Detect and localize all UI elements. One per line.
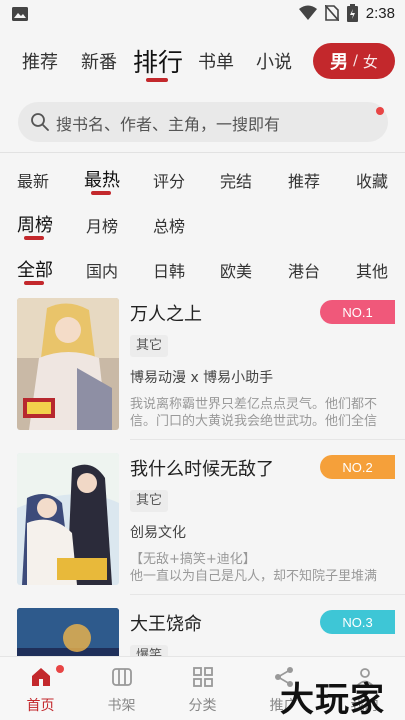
nav-bookshelf-label: 书架 [107,698,136,714]
search-icon [31,113,49,131]
home-badge-dot [56,665,64,673]
filter-other[interactable]: 其他 [356,258,388,282]
filter-sort-indicator [91,191,111,195]
tab-ranking[interactable]: 排行 [133,43,183,79]
book-description: 【无敌+搞笑+迪化】 他一直以为自己是凡人，却不知院子里堆满 [130,552,378,584]
filter-latest[interactable]: 最新 [17,168,49,192]
filter-period-row: 周榜 月榜 总榜 [0,205,405,245]
filter-favorites[interactable]: 收藏 [356,168,388,192]
book-cover[interactable] [17,453,119,585]
nav-home[interactable]: 首页 [0,657,81,720]
gallery-icon [12,7,28,21]
filter-hottest[interactable]: 最热 [84,166,120,192]
gender-separator: / [353,53,358,69]
nav-category-label: 分类 [188,698,217,714]
gender-toggle[interactable]: 男 / 女 [313,43,395,79]
gender-female[interactable]: 女 [363,51,378,72]
watermark: 大玩家 [280,680,385,720]
book-title[interactable]: 大王饶命 [130,610,202,636]
filter-japan-korea[interactable]: 日韩 [153,258,185,282]
tab-novel[interactable]: 小说 [256,48,292,74]
nav-category[interactable]: 分类 [162,657,243,720]
header-divider [0,152,405,153]
bookshelf-icon [112,668,132,686]
filter-monthly[interactable]: 月榜 [86,213,118,237]
book-title[interactable]: 我什么时候无敌了 [130,455,274,481]
home-icon [32,668,50,686]
genre-tag: 其它 [130,335,169,357]
book-author: 博易动漫 x 博易小助手 [130,370,274,386]
filter-weekly[interactable]: 周榜 [17,211,53,237]
filter-period-indicator [24,236,44,240]
genre-tag: 其它 [130,490,169,512]
tab-new-series[interactable]: 新番 [81,48,117,74]
no-sim-icon [324,5,339,21]
item-divider [130,439,405,440]
filter-domestic[interactable]: 国内 [86,258,118,282]
filter-rating[interactable]: 评分 [153,168,185,192]
search-bar[interactable]: 搜书名、作者、主角，一搜即有 [18,102,388,142]
tab-booklist[interactable]: 书单 [198,48,234,74]
battery-icon [346,4,358,22]
filter-region-row: 全部 国内 日韩 欧美 港台 其他 [0,250,405,290]
nav-home-label: 首页 [26,698,55,714]
status-bar: 2:38 [0,0,405,30]
filter-western[interactable]: 欧美 [220,258,252,282]
filter-alltime[interactable]: 总榜 [153,213,185,237]
filter-recommended[interactable]: 推荐 [288,168,320,192]
clock: 2:38 [365,4,395,22]
filter-region-indicator [24,281,44,285]
search-placeholder: 搜书名、作者、主角，一搜即有 [56,115,281,134]
gender-male[interactable]: 男 [330,48,348,74]
list-item[interactable]: 我什么时候无敌了 NO.2 其它 创易文化 【无敌+搞笑+迪化】 他一直以为自己… [0,445,405,595]
rank-badge: NO.2 [320,455,395,479]
rank-badge: NO.3 [320,610,395,634]
book-description: 我说离称霸世界只差亿点点灵气。他们都不信。门口的大黄说我会绝世武功。他们全信 [130,397,378,429]
tab-recommend[interactable]: 推荐 [22,48,58,74]
grid-icon [193,667,213,687]
filter-hk-tw[interactable]: 港台 [288,258,320,282]
nav-bookshelf[interactable]: 书架 [81,657,162,720]
notification-dot [376,107,384,115]
filter-sort-row: 最新 最热 评分 完结 推荐 收藏 [0,160,405,200]
filter-completed[interactable]: 完结 [220,168,252,192]
wifi-icon [298,5,317,20]
rank-badge: NO.1 [320,300,395,324]
filter-all[interactable]: 全部 [17,256,53,282]
tab-active-indicator [146,78,168,82]
item-divider [130,594,405,595]
book-title[interactable]: 万人之上 [130,300,202,326]
book-cover[interactable] [17,298,119,430]
book-author: 创易文化 [130,525,186,541]
list-item[interactable]: 万人之上 NO.1 其它 博易动漫 x 博易小助手 我说离称霸世界只差亿点点灵气… [0,290,405,440]
